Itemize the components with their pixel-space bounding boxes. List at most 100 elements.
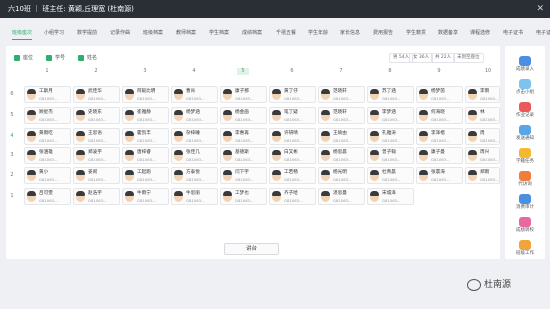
checkbox-icon[interactable] <box>14 54 20 61</box>
student-card[interactable]: 湛思曼 G81063... <box>318 188 365 205</box>
student-card[interactable]: 工斯月 G81063... <box>24 86 71 103</box>
tab-14[interactable]: 课程选修 <box>470 27 490 39</box>
student-card[interactable]: 李雨 G81063... <box>465 86 500 103</box>
tab-1[interactable]: 小组学习 <box>44 27 64 39</box>
student-card[interactable]: 杨梦茵 G81063... <box>416 86 463 103</box>
student-card[interactable]: 武佳华 G81063... <box>73 86 120 103</box>
student-card[interactable]: 方泰悦 G81063... <box>171 167 218 184</box>
student-name: 李梦涵 <box>382 110 396 115</box>
tab-4[interactable]: 班级档案 <box>143 27 163 39</box>
student-card[interactable]: 吕可雯 G81063... <box>24 188 71 205</box>
student-card[interactable]: 工梦也 G81063... <box>220 188 267 205</box>
student-card[interactable]: 唐梓睿 G81063... <box>122 147 169 164</box>
student-card[interactable]: 黄小 G81063... <box>24 167 71 184</box>
student-name: 赵浩宇 <box>88 191 102 196</box>
tab-6[interactable]: 学生档案 <box>209 27 229 39</box>
student-card[interactable]: 王思语 G81063... <box>73 128 120 145</box>
tab-5[interactable]: 教师档案 <box>176 27 196 39</box>
student-card[interactable]: 霍凯丰 G81063... <box>122 128 169 145</box>
student-card[interactable]: 基德斯 G81063... <box>220 147 267 164</box>
tab-3[interactable]: 记录作曲 <box>110 27 130 39</box>
student-card[interactable]: 李惠再 G81063... <box>220 128 267 145</box>
student-card[interactable]: 杨光明 G81063... <box>318 167 365 184</box>
student-card[interactable]: 康子那 G81063... <box>220 86 267 103</box>
student-card[interactable]: 李泽楷 G81063... <box>416 128 463 145</box>
student-card[interactable]: 李梦涵 G81063... <box>367 107 414 124</box>
student-card[interactable]: 工若畅 G81063... <box>269 167 316 184</box>
tab-16[interactable]: 电子证 <box>536 27 550 39</box>
student-name: 闫下宇 <box>235 170 249 175</box>
tab-7[interactable]: 成绩档案 <box>242 27 262 39</box>
student-name: 基德斯 <box>235 150 249 155</box>
tab-13[interactable]: 数据备享 <box>438 27 458 39</box>
student-id: G81063... <box>284 177 303 182</box>
student-card[interactable]: 杜青晨 G81063... <box>367 167 414 184</box>
student-card[interactable]: 郑凌宇 G81063... <box>73 147 120 164</box>
avatar <box>272 191 281 202</box>
tab-0[interactable]: 班级座次 <box>12 27 33 40</box>
student-card[interactable]: 阿毅比明 G81063... <box>122 86 169 103</box>
avatar <box>223 150 232 161</box>
student-card[interactable]: 顾星杰 G81063... <box>24 107 71 124</box>
student-card[interactable]: 白又彬 G81063... <box>269 147 316 164</box>
student-card[interactable]: 王硕由 G81063... <box>318 128 365 145</box>
student-id: G81063... <box>382 198 401 203</box>
tab-10[interactable]: 家长信息 <box>340 27 360 39</box>
student-name: 王硕由 <box>333 131 347 136</box>
student-card[interactable]: 郑雨 G81063... <box>465 167 500 184</box>
student-card[interactable]: 林 G81063... <box>465 107 500 124</box>
tab-9[interactable]: 学生年龄 <box>308 27 328 39</box>
student-name: 史晓东 <box>88 110 102 115</box>
student-card[interactable]: 牛思丽 G81063... <box>171 188 218 205</box>
student-card[interactable]: 苏了涵 G81063... <box>367 86 414 103</box>
tab-8[interactable]: 千禧五餐 <box>276 27 296 39</box>
student-card[interactable]: 姜闹 G81063... <box>73 167 120 184</box>
student-card[interactable]: 宋城泽 G81063... <box>367 188 414 205</box>
tab-15[interactable]: 电子证书 <box>503 27 523 39</box>
student-card[interactable]: 赵浩宇 G81063... <box>73 188 120 205</box>
student-card[interactable]: 范晓轩 G81063... <box>318 107 365 124</box>
student-card[interactable]: 闫下宇 G81063... <box>220 167 267 184</box>
student-card[interactable]: 何海晓 G81063... <box>416 107 463 124</box>
avatar <box>370 131 379 142</box>
column-number: 4 <box>192 68 196 74</box>
filter-student-number[interactable]: 学号 <box>46 54 65 62</box>
student-card[interactable]: 黄丁仔 G81063... <box>269 86 316 103</box>
student-card[interactable]: 曹肯 G81063... <box>171 86 218 103</box>
student-card[interactable]: 杨金画 G81063... <box>220 107 267 124</box>
student-card[interactable]: 曾子翰 G81063... <box>367 147 414 164</box>
checkbox-icon[interactable] <box>78 54 84 61</box>
tab-12[interactable]: 学生籍贯 <box>406 27 426 39</box>
student-id: G81063... <box>137 177 156 182</box>
student-card[interactable]: 许研晴 G81063... <box>269 128 316 145</box>
student-card[interactable]: 杨思晨 G81063... <box>318 147 365 164</box>
close-icon[interactable]: ✕ <box>536 0 544 18</box>
student-card[interactable]: 齐子哈 G81063... <box>269 188 316 205</box>
student-card[interactable]: 杂梓睡 G81063... <box>171 128 218 145</box>
student-card[interactable]: 黄雨吃 G81063... <box>24 128 71 145</box>
student-card[interactable]: 张佳几 G81063... <box>171 147 218 164</box>
student-card[interactable]: 康子曼 G81063... <box>416 147 463 164</box>
checkbox-icon[interactable] <box>46 54 52 61</box>
student-card[interactable]: 牛雨宁 G81063... <box>122 188 169 205</box>
student-card[interactable]: 工起跑 G81063... <box>122 167 169 184</box>
student-card[interactable]: 范晓轩 G81063... <box>318 86 365 103</box>
tab-2[interactable]: 数学提前 <box>77 27 97 39</box>
filter-name[interactable]: 姓名 <box>78 54 97 62</box>
tool-icon <box>519 125 531 135</box>
student-id: G81063... <box>39 177 58 182</box>
student-card[interactable]: 崔雅静 G81063... <box>122 107 169 124</box>
student-card[interactable]: 张寰海 G81063... <box>416 167 463 184</box>
student-card[interactable]: 笔丁疑 G81063... <box>269 107 316 124</box>
student-card[interactable]: 杨梦涵 G81063... <box>171 107 218 124</box>
student-id: G81063... <box>480 96 499 101</box>
student-card[interactable]: 周 G81063... <box>465 128 500 145</box>
podium-button[interactable]: 讲台 <box>224 243 279 255</box>
sidebar-tool[interactable]: 班级工作 <box>505 236 545 264</box>
student-card[interactable]: 周兴 G81063... <box>465 147 500 164</box>
tab-11[interactable]: 费用报告 <box>373 27 393 39</box>
filter-seat[interactable]: 座位 <box>14 54 33 62</box>
student-card[interactable]: 张涵雄 G81063... <box>24 147 71 164</box>
student-card[interactable]: 史晓东 G81063... <box>73 107 120 124</box>
student-card[interactable]: 孔雅涛 G81063... <box>367 128 414 145</box>
